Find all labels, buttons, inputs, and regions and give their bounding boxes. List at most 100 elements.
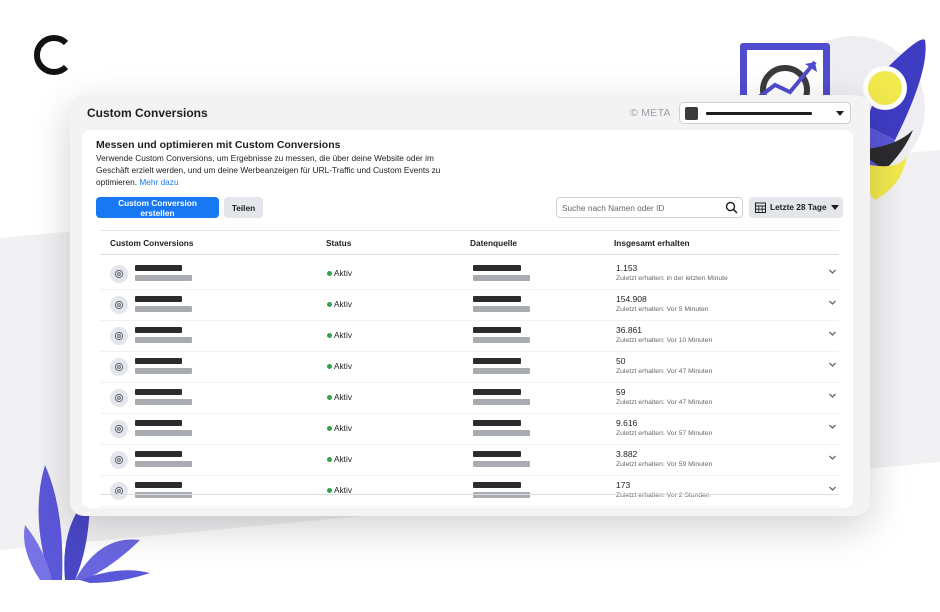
chevron-down-icon[interactable] xyxy=(828,329,837,338)
chevron-down-icon[interactable] xyxy=(828,422,837,431)
share-button[interactable]: Teilen xyxy=(224,197,263,218)
row-divider xyxy=(100,475,839,476)
conversion-name-redacted xyxy=(135,358,182,364)
status-active-dot xyxy=(327,426,332,431)
chevron-down-icon[interactable] xyxy=(828,391,837,400)
column-header-status[interactable]: Status xyxy=(326,238,351,248)
chevron-down-icon[interactable] xyxy=(828,360,837,369)
conversion-icon xyxy=(110,389,128,407)
status-text: Aktiv xyxy=(334,454,352,464)
intro-title: Messen und optimieren mit Custom Convers… xyxy=(96,139,341,151)
window-header: Custom Conversions © META xyxy=(70,95,870,131)
last-received: Zuletzt erhalten: in der letzten Minute xyxy=(616,275,728,282)
status-text: Aktiv xyxy=(334,299,352,309)
table-row[interactable]: Aktiv 59 Zuletzt erhalten: Vor 47 Minuten xyxy=(100,387,839,418)
last-received: Zuletzt erhalten: Vor 47 Minuten xyxy=(616,399,713,406)
column-header-custom-conversions[interactable]: Custom Conversions xyxy=(110,238,193,248)
conversion-id-redacted xyxy=(135,337,192,343)
data-source-name-redacted xyxy=(473,358,521,364)
table-row[interactable]: Aktiv 3.882 Zuletzt erhalten: Vor 59 Minut… xyxy=(100,449,839,480)
conversion-id-redacted xyxy=(135,306,192,312)
conversion-icon xyxy=(110,451,128,469)
row-divider xyxy=(100,351,839,352)
total-received: 3.882 xyxy=(616,449,638,459)
conversion-name-redacted xyxy=(135,327,182,333)
create-conversion-button[interactable]: Custom Conversion erstellen xyxy=(96,197,219,218)
status-active-dot xyxy=(327,333,332,338)
data-source-name-redacted xyxy=(473,420,521,426)
table-row[interactable]: Aktiv 9.616 Zuletzt erhalten: Vor 57 Minut… xyxy=(100,418,839,449)
logo-c-icon xyxy=(33,35,69,75)
data-source-name-redacted xyxy=(473,296,521,302)
meta-label: © META xyxy=(630,107,671,119)
status-active-dot xyxy=(327,457,332,462)
data-source-id-redacted xyxy=(473,306,530,312)
table-row[interactable]: Aktiv 1.153 Zuletzt erhalten: in der letzt… xyxy=(100,263,839,294)
row-divider xyxy=(100,320,839,321)
main-panel: Messen und optimieren mit Custom Convers… xyxy=(82,130,853,508)
chevron-down-icon xyxy=(831,205,839,210)
calendar-icon xyxy=(755,202,766,213)
account-avatar xyxy=(685,107,698,120)
row-divider xyxy=(100,289,839,290)
divider xyxy=(100,494,839,495)
data-source-name-redacted xyxy=(473,327,521,333)
chevron-down-icon xyxy=(836,111,844,116)
conversion-name-redacted xyxy=(135,420,182,426)
table-row[interactable]: Aktiv 36.861 Zuletzt erhalten: Vor 10 Minu… xyxy=(100,325,839,356)
intro-text: Verwende Custom Conversions, um Ergebnis… xyxy=(96,153,441,188)
search-input[interactable] xyxy=(562,200,712,215)
app-window: Custom Conversions © META Messen und opt… xyxy=(70,95,870,516)
data-source-id-redacted xyxy=(473,275,530,281)
data-source-name-redacted xyxy=(473,265,521,271)
status-text: Aktiv xyxy=(334,423,352,433)
last-received: Zuletzt erhalten: Vor 57 Minuten xyxy=(616,430,713,437)
row-divider xyxy=(100,382,839,383)
data-source-id-redacted xyxy=(473,337,530,343)
data-source-id-redacted xyxy=(473,368,530,374)
total-received: 50 xyxy=(616,356,626,366)
total-received: 1.153 xyxy=(616,263,638,273)
data-source-id-redacted xyxy=(473,430,530,436)
date-range-button[interactable]: Letzte 28 Tage xyxy=(749,197,843,218)
conversion-id-redacted xyxy=(135,492,192,498)
conversion-name-redacted xyxy=(135,451,182,457)
account-selector[interactable] xyxy=(679,102,851,124)
search-field[interactable] xyxy=(556,197,743,218)
divider xyxy=(100,254,839,255)
data-source-name-redacted xyxy=(473,389,521,395)
conversion-id-redacted xyxy=(135,275,192,281)
row-divider xyxy=(100,444,839,445)
status-text: Aktiv xyxy=(334,392,352,402)
conversion-name-redacted xyxy=(135,482,182,488)
status-active-dot xyxy=(327,364,332,369)
chevron-down-icon[interactable] xyxy=(828,453,837,462)
last-received: Zuletzt erhalten: Vor 47 Minuten xyxy=(616,368,713,375)
data-source-name-redacted xyxy=(473,482,521,488)
last-received: Zuletzt erhalten: Vor 5 Minuten xyxy=(616,306,709,313)
conversion-icon xyxy=(110,296,128,314)
conversion-icon xyxy=(110,265,128,283)
conversion-id-redacted xyxy=(135,399,192,405)
column-header-total-received[interactable]: Insgesamt erhalten xyxy=(614,238,690,248)
conversion-name-redacted xyxy=(135,389,182,395)
learn-more-link[interactable]: Mehr dazu xyxy=(139,177,178,187)
table-row[interactable]: Aktiv 50 Zuletzt erhalten: Vor 47 Minuten xyxy=(100,356,839,387)
status-text: Aktiv xyxy=(334,268,352,278)
status-active-dot xyxy=(327,302,332,307)
total-received: 36.861 xyxy=(616,325,642,335)
total-received: 9.616 xyxy=(616,418,638,428)
search-icon[interactable] xyxy=(725,201,738,214)
conversion-name-redacted xyxy=(135,265,182,271)
chevron-down-icon[interactable] xyxy=(828,484,837,493)
row-divider xyxy=(100,413,839,414)
table-row[interactable]: Aktiv 154.908 Zuletzt erhalten: Vor 5 Minu… xyxy=(100,294,839,325)
status-active-dot xyxy=(327,488,332,493)
column-header-data-source[interactable]: Datenquelle xyxy=(470,238,517,248)
page-title: Custom Conversions xyxy=(87,106,208,120)
total-received: 59 xyxy=(616,387,626,397)
conversion-id-redacted xyxy=(135,430,192,436)
chevron-down-icon[interactable] xyxy=(828,298,837,307)
chevron-down-icon[interactable] xyxy=(828,267,837,276)
data-source-id-redacted xyxy=(473,492,530,498)
